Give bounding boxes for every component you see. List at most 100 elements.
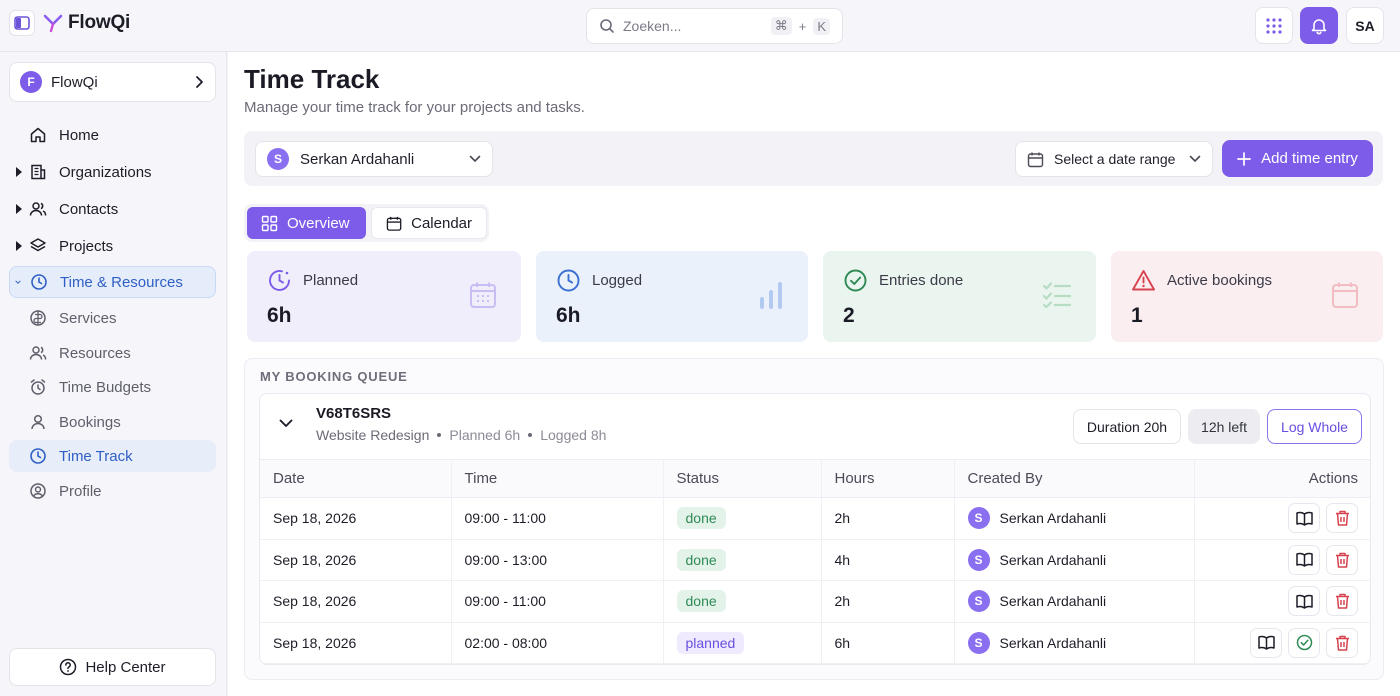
- stat-card-active-bookings: Active bookings 1: [1111, 251, 1383, 342]
- booking-project: Website Redesign: [316, 427, 430, 443]
- stat-label: Active bookings: [1167, 272, 1273, 289]
- alarm-clock-icon: [30, 379, 46, 395]
- date-range-picker[interactable]: Select a date range: [1015, 141, 1213, 177]
- page-title: Time Track: [244, 64, 380, 94]
- grid-icon: [1266, 17, 1282, 34]
- avatar: S: [967, 590, 990, 613]
- notifications-button[interactable]: [1300, 7, 1338, 44]
- cell-actions: [1193, 497, 1370, 540]
- section-title: MY BOOKING QUEUE: [260, 369, 408, 384]
- view-entry-button[interactable]: [1288, 544, 1320, 575]
- main-content: Time Track Manage your time track for yo…: [228, 52, 1400, 696]
- tab-calendar[interactable]: Calendar: [371, 207, 487, 239]
- user-menu-button[interactable]: SA: [1346, 7, 1384, 44]
- sidebar-item-label: Organizations: [59, 163, 152, 181]
- creator-name: Serkan Ardahanli: [999, 634, 1107, 651]
- view-entry-button[interactable]: [1288, 503, 1320, 534]
- sidebar-item-time-resources[interactable]: Time & Resources: [9, 266, 216, 298]
- table-row: Sep 18, 2026 09:00 - 11:00 done 2h S Serk…: [260, 497, 1370, 540]
- caret-right-icon: [16, 167, 22, 177]
- sidebar-item-label: Home: [59, 126, 100, 144]
- profile-circle-icon: [30, 483, 46, 499]
- cell-hours: 2h: [820, 497, 954, 540]
- search-input[interactable]: Zoeken... ⌘ + K: [586, 8, 843, 44]
- cell-actions: [1193, 539, 1370, 581]
- separator-dot: [437, 433, 442, 437]
- collapse-booking-button[interactable]: [272, 409, 300, 437]
- add-time-entry-button[interactable]: Add time entry: [1222, 140, 1373, 177]
- column-header-hours[interactable]: Hours: [820, 459, 954, 498]
- cell-created-by: S Serkan Ardahanli: [953, 497, 1194, 540]
- sidebar-item-contacts[interactable]: Contacts: [9, 193, 216, 225]
- stat-value: 6h: [267, 304, 292, 327]
- hours-left-badge: 12h left: [1188, 409, 1260, 444]
- delete-entry-button[interactable]: [1326, 586, 1358, 617]
- sidebar-item-label: Time Track: [59, 447, 133, 465]
- cell-actions: [1193, 622, 1370, 664]
- duration-badge: Duration 20h: [1073, 409, 1181, 444]
- column-header-status[interactable]: Status: [662, 459, 821, 498]
- chevron-down-icon: [279, 419, 293, 427]
- check-circle-icon: [1296, 635, 1312, 651]
- check-circle-icon: [844, 269, 867, 292]
- add-time-entry-label: Add time entry: [1261, 150, 1358, 167]
- table-header-row: Date Time Status Hours Created By Action…: [260, 459, 1370, 498]
- sidebar-item-resources[interactable]: Resources: [9, 337, 216, 369]
- sidebar-item-label: Time Budgets: [59, 378, 151, 396]
- status-badge: planned: [676, 631, 745, 654]
- chevron-down-icon: [469, 155, 481, 162]
- search-placeholder: Zoeken...: [623, 18, 682, 34]
- help-center-button[interactable]: Help Center: [9, 648, 216, 686]
- bar-chart-icon: [760, 282, 782, 309]
- cell-time: 09:00 - 11:00: [450, 580, 663, 623]
- app-logo[interactable]: FlowQi: [42, 12, 130, 34]
- sidebar-item-label: Resources: [59, 344, 131, 362]
- date-range-label: Select a date range: [1054, 151, 1176, 167]
- table-row: Sep 18, 2026 09:00 - 13:00 done 4h S Serk…: [260, 539, 1370, 581]
- calendar-icon: [1027, 152, 1044, 167]
- apps-button[interactable]: [1255, 7, 1293, 44]
- sidebar-item-bookings[interactable]: Bookings: [9, 406, 216, 438]
- stat-card-entries-done: Entries done 2: [823, 251, 1096, 342]
- tab-label: Calendar: [411, 214, 472, 232]
- complete-entry-button[interactable]: [1288, 627, 1320, 658]
- column-header-date[interactable]: Date: [260, 459, 451, 498]
- sidebar-item-time-budgets[interactable]: Time Budgets: [9, 371, 216, 403]
- view-entry-button[interactable]: [1250, 627, 1282, 658]
- caret-down-icon: [15, 280, 21, 284]
- log-whole-button[interactable]: Log Whole: [1267, 409, 1362, 444]
- sidebar-item-home[interactable]: Home: [9, 119, 216, 151]
- cell-actions: [1193, 580, 1370, 623]
- users-icon: [29, 202, 47, 216]
- table-row: Sep 18, 2026 09:00 - 11:00 done 2h S Serk…: [260, 580, 1370, 623]
- column-header-time[interactable]: Time: [450, 459, 663, 498]
- sidebar-item-profile[interactable]: Profile: [9, 475, 216, 507]
- trash-icon: [1335, 635, 1349, 651]
- search-shortcut: ⌘ + K: [770, 17, 830, 35]
- trash-icon: [1335, 511, 1349, 526]
- sidebar-item-services[interactable]: Services: [9, 302, 216, 334]
- stat-card-logged: Logged 6h: [536, 251, 808, 342]
- tab-overview[interactable]: Overview: [247, 207, 366, 239]
- top-bar: FlowQi Zoeken... ⌘ + K SA: [0, 0, 1400, 52]
- sidebar-item-projects[interactable]: Projects: [9, 230, 216, 262]
- sidebar-item-time-track[interactable]: Time Track: [9, 440, 216, 472]
- org-switcher[interactable]: F FlowQi: [9, 62, 216, 102]
- sidebar-item-organizations[interactable]: Organizations: [9, 156, 216, 188]
- delete-entry-button[interactable]: [1326, 627, 1358, 658]
- user-select[interactable]: S Serkan Ardahanli: [255, 141, 493, 177]
- column-header-created-by[interactable]: Created By: [953, 459, 1194, 498]
- book-open-icon: [1295, 511, 1313, 526]
- shortcut-plus: +: [798, 18, 807, 34]
- stat-label: Entries done: [879, 272, 964, 289]
- cell-date: Sep 18, 2026: [260, 622, 451, 664]
- cell-created-by: S Serkan Ardahanli: [953, 580, 1194, 623]
- booking-logged: Logged 8h: [540, 427, 607, 443]
- delete-entry-button[interactable]: [1326, 544, 1358, 575]
- delete-entry-button[interactable]: [1326, 503, 1358, 534]
- booking-planned: Planned 6h: [449, 427, 521, 443]
- view-entry-button[interactable]: [1288, 586, 1320, 617]
- sidebar-item-label: Projects: [59, 237, 114, 255]
- shortcut-key-k: K: [813, 17, 830, 35]
- sidebar-toggle-button[interactable]: [9, 10, 35, 36]
